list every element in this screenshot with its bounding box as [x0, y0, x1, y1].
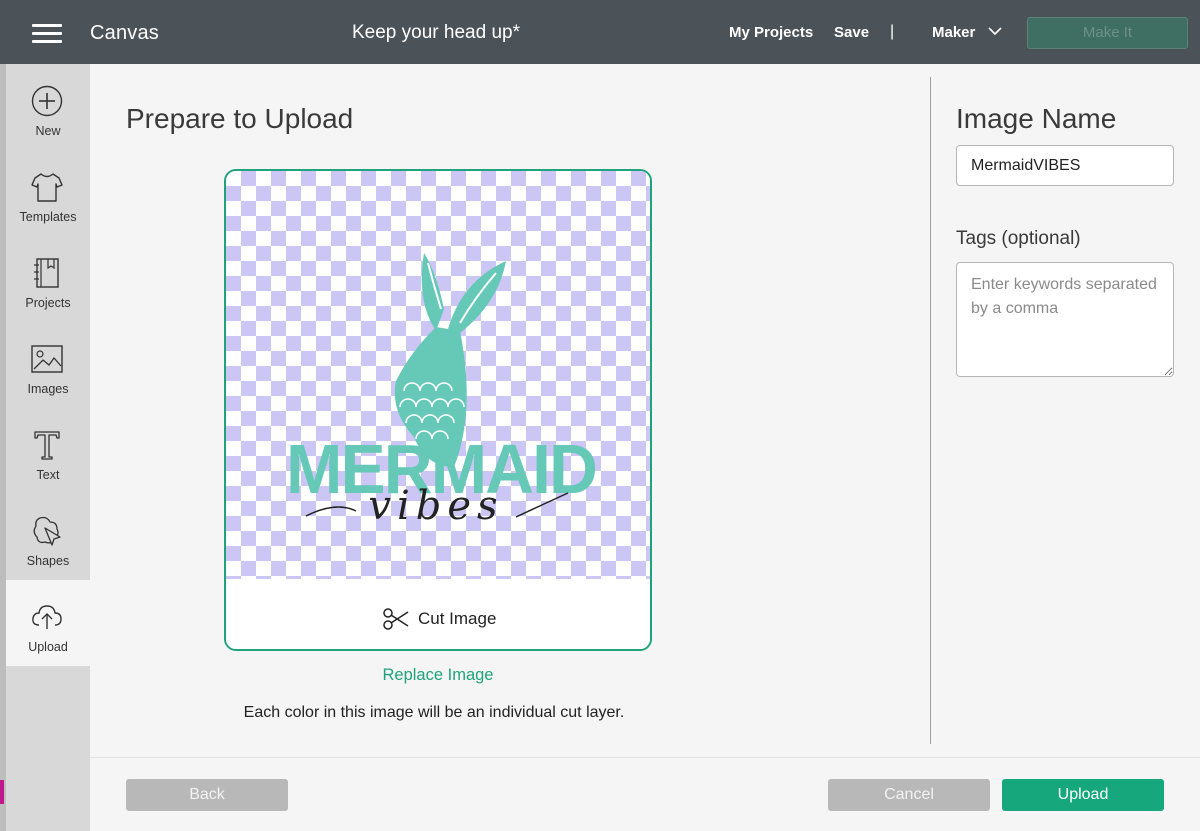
- cancel-button[interactable]: Cancel: [828, 779, 990, 811]
- tags-label: Tags (optional): [956, 228, 1081, 249]
- sidebar-item-label: Templates: [19, 210, 77, 224]
- text-t-icon: [34, 431, 60, 460]
- sidebar-item-shapes[interactable]: Shapes: [6, 494, 90, 580]
- shapes-icon: [33, 516, 61, 546]
- my-projects-link[interactable]: My Projects: [729, 24, 813, 41]
- window-edge-strip: [0, 780, 4, 804]
- cut-image-option[interactable]: Cut Image: [226, 579, 650, 649]
- sidebar-item-label: New: [35, 124, 61, 138]
- image-preview-card: MERMAID vibes Cut Image: [224, 169, 652, 651]
- nav-divider: |: [890, 23, 895, 40]
- chevron-down-icon[interactable]: [988, 26, 1002, 36]
- tshirt-icon: [31, 173, 63, 202]
- artwork-script-text: vibes: [368, 483, 503, 529]
- hamburger-menu-icon[interactable]: [32, 24, 62, 44]
- back-button[interactable]: Back: [126, 779, 288, 811]
- sidebar-item-templates[interactable]: Templates: [6, 150, 90, 236]
- sidebar-item-label: Projects: [25, 296, 71, 310]
- project-title[interactable]: Keep your head up*: [352, 22, 520, 44]
- sidebar-item-label: Upload: [28, 640, 68, 654]
- replace-image-link[interactable]: Replace Image: [224, 666, 652, 685]
- cut-layer-hint: Each color in this image will be an indi…: [243, 704, 625, 721]
- sidebar-item-label: Text: [36, 468, 60, 482]
- sidebar-item-images[interactable]: Images: [6, 322, 90, 408]
- notebook-icon: [34, 258, 59, 288]
- sidebar-item-label: Images: [27, 382, 69, 396]
- cloud-upload-icon: [32, 605, 62, 629]
- page-title: Prepare to Upload: [126, 103, 354, 134]
- plus-circle-icon: [31, 85, 63, 117]
- sidebar-item-upload[interactable]: Upload: [6, 580, 90, 666]
- upload-button[interactable]: Upload: [1002, 779, 1164, 811]
- sidebar-item-new[interactable]: New: [6, 64, 90, 150]
- image-icon: [31, 345, 63, 373]
- machine-select[interactable]: Maker: [932, 24, 975, 41]
- scissors-icon: [383, 608, 409, 630]
- sidebar-item-projects[interactable]: Projects: [6, 236, 90, 322]
- save-link[interactable]: Save: [834, 24, 869, 41]
- app-title: Canvas: [90, 22, 160, 44]
- cut-image-label: Cut Image: [418, 609, 497, 628]
- top-bar: Canvas Keep your head up* My Projects Sa…: [0, 0, 1200, 64]
- sidebar-item-text[interactable]: Text: [6, 408, 90, 494]
- make-it-button[interactable]: Make It: [1027, 17, 1188, 49]
- mermaid-vibes-artwork: MERMAID vibes: [286, 253, 598, 529]
- tags-textarea[interactable]: [956, 262, 1174, 377]
- image-name-input[interactable]: [956, 145, 1174, 186]
- sidebar-item-label: Shapes: [26, 554, 70, 568]
- panel-divider: [930, 77, 931, 744]
- image-name-title: Image Name: [956, 103, 1117, 134]
